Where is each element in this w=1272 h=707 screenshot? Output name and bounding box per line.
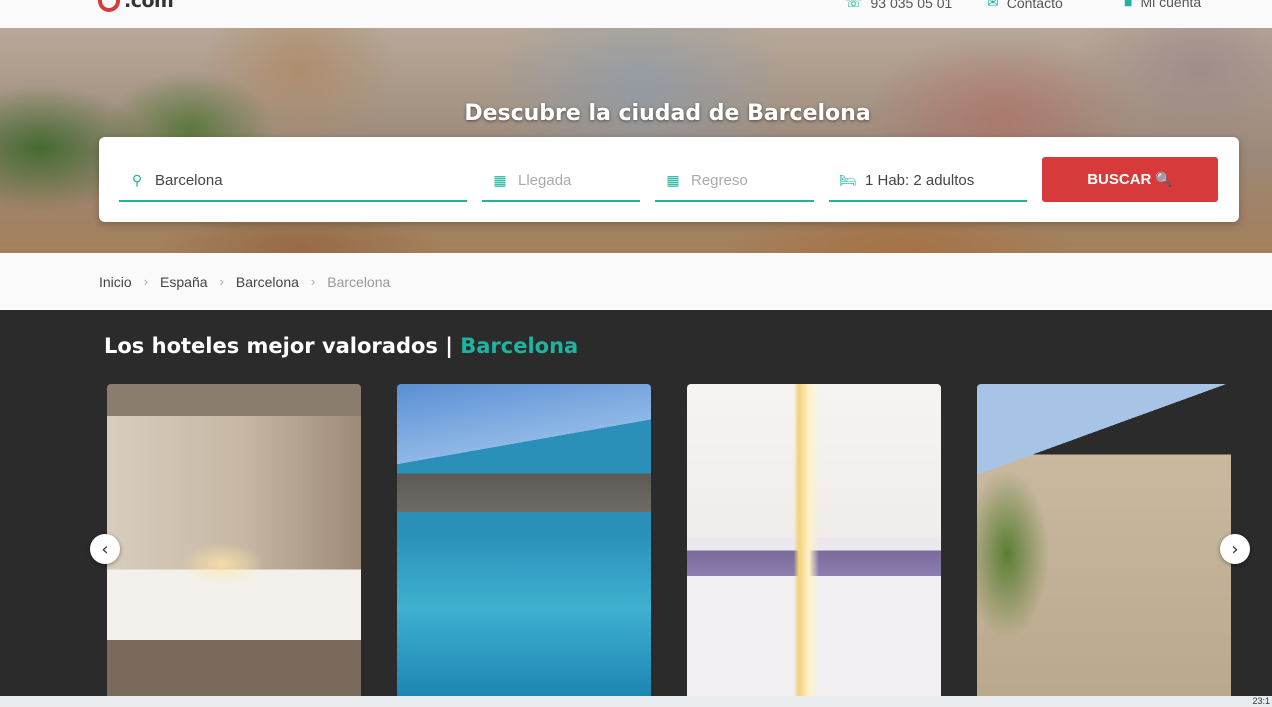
- map-pin-icon: ⚲: [131, 172, 143, 188]
- search-box: ⚲ Barcelona ▦ Llegada ▦ Regreso 🛏 1 Hab:…: [99, 137, 1239, 222]
- destination-field[interactable]: ⚲ Barcelona: [119, 161, 467, 202]
- hotel-image: [107, 384, 361, 704]
- breadcrumb-current: Barcelona: [327, 273, 391, 290]
- phone-icon: ☏: [845, 0, 863, 10]
- header-account-label: Mi cuenta: [1140, 0, 1202, 10]
- chevron-right-icon: ›: [143, 274, 149, 289]
- hotel-image: [977, 384, 1231, 704]
- breadcrumb-item[interactable]: Inicio: [99, 274, 132, 290]
- header-contact-link[interactable]: ✉ Contacto: [987, 0, 1063, 11]
- section-title: Los hoteles mejor valorados | Barcelona: [104, 334, 578, 358]
- calendar-icon: ▦: [493, 172, 507, 188]
- chevron-right-icon: ›: [219, 274, 224, 289]
- hotel-card-facade[interactable]: [977, 384, 1231, 704]
- chevron-right-icon: ›: [310, 274, 316, 289]
- section-title-city: Barcelona: [460, 334, 579, 358]
- carousel-prev-button[interactable]: ‹: [90, 534, 120, 564]
- breadcrumb-item[interactable]: Barcelona: [236, 274, 299, 290]
- header-account-link[interactable]: ■ Mi cuenta: [1124, 0, 1201, 10]
- chevron-left-icon: ‹: [101, 538, 109, 560]
- destination-value: Barcelona: [155, 172, 223, 189]
- logo-mark-icon: [98, 0, 120, 12]
- hero-banner: Descubre la ciudad de Barcelona ⚲ Barcel…: [0, 28, 1272, 253]
- section-title-text: Los hoteles mejor valorados |: [104, 334, 453, 358]
- chevron-right-icon: ›: [1231, 538, 1239, 560]
- breadcrumb: Inicio › España › Barcelona › Barcelona: [0, 253, 1272, 310]
- header-phone[interactable]: ☏ 93 035 05 01: [845, 0, 952, 11]
- top-header: .com ☏ 93 035 05 01 ✉ Contacto ■ Mi cuen…: [0, 0, 1272, 28]
- rooms-guests-value: 1 Hab: 2 adultos: [865, 172, 975, 189]
- hotel-card-suite[interactable]: [687, 384, 941, 704]
- breadcrumb-item[interactable]: España: [160, 274, 207, 290]
- hotel-image: [687, 384, 941, 704]
- hero-title: Descubre la ciudad de Barcelona: [464, 101, 871, 126]
- checkin-placeholder: Llegada: [518, 172, 572, 189]
- header-phone-label: 93 035 05 01: [870, 0, 953, 11]
- search-button-label: BUSCAR: [1087, 171, 1152, 188]
- logo-text: .com: [124, 0, 174, 12]
- site-logo[interactable]: .com: [98, 0, 174, 12]
- top-rated-hotels-section: Los hoteles mejor valorados | Barcelona …: [0, 310, 1272, 707]
- header-contact-label: Contacto: [1006, 0, 1063, 11]
- hotel-image: [397, 384, 651, 704]
- os-taskbar: 23:1: [0, 696, 1272, 707]
- envelope-icon: ✉: [987, 0, 999, 10]
- checkout-field[interactable]: ▦ Regreso: [655, 161, 814, 202]
- user-icon: ■: [1124, 0, 1133, 10]
- checkin-field[interactable]: ▦ Llegada: [482, 161, 640, 202]
- hotel-card-pool[interactable]: [397, 384, 651, 704]
- rooms-guests-field[interactable]: 🛏 1 Hab: 2 adultos: [829, 161, 1027, 202]
- taskbar-clock: 23:1: [1252, 696, 1270, 706]
- hotel-card-bedroom[interactable]: [107, 384, 361, 704]
- bed-icon: 🛏: [839, 172, 857, 188]
- calendar-icon: ▦: [666, 172, 680, 188]
- checkout-placeholder: Regreso: [691, 172, 748, 189]
- carousel-next-button[interactable]: ›: [1220, 534, 1250, 564]
- search-button[interactable]: BUSCAR 🔍: [1042, 157, 1218, 202]
- search-icon: 🔍: [1155, 171, 1173, 187]
